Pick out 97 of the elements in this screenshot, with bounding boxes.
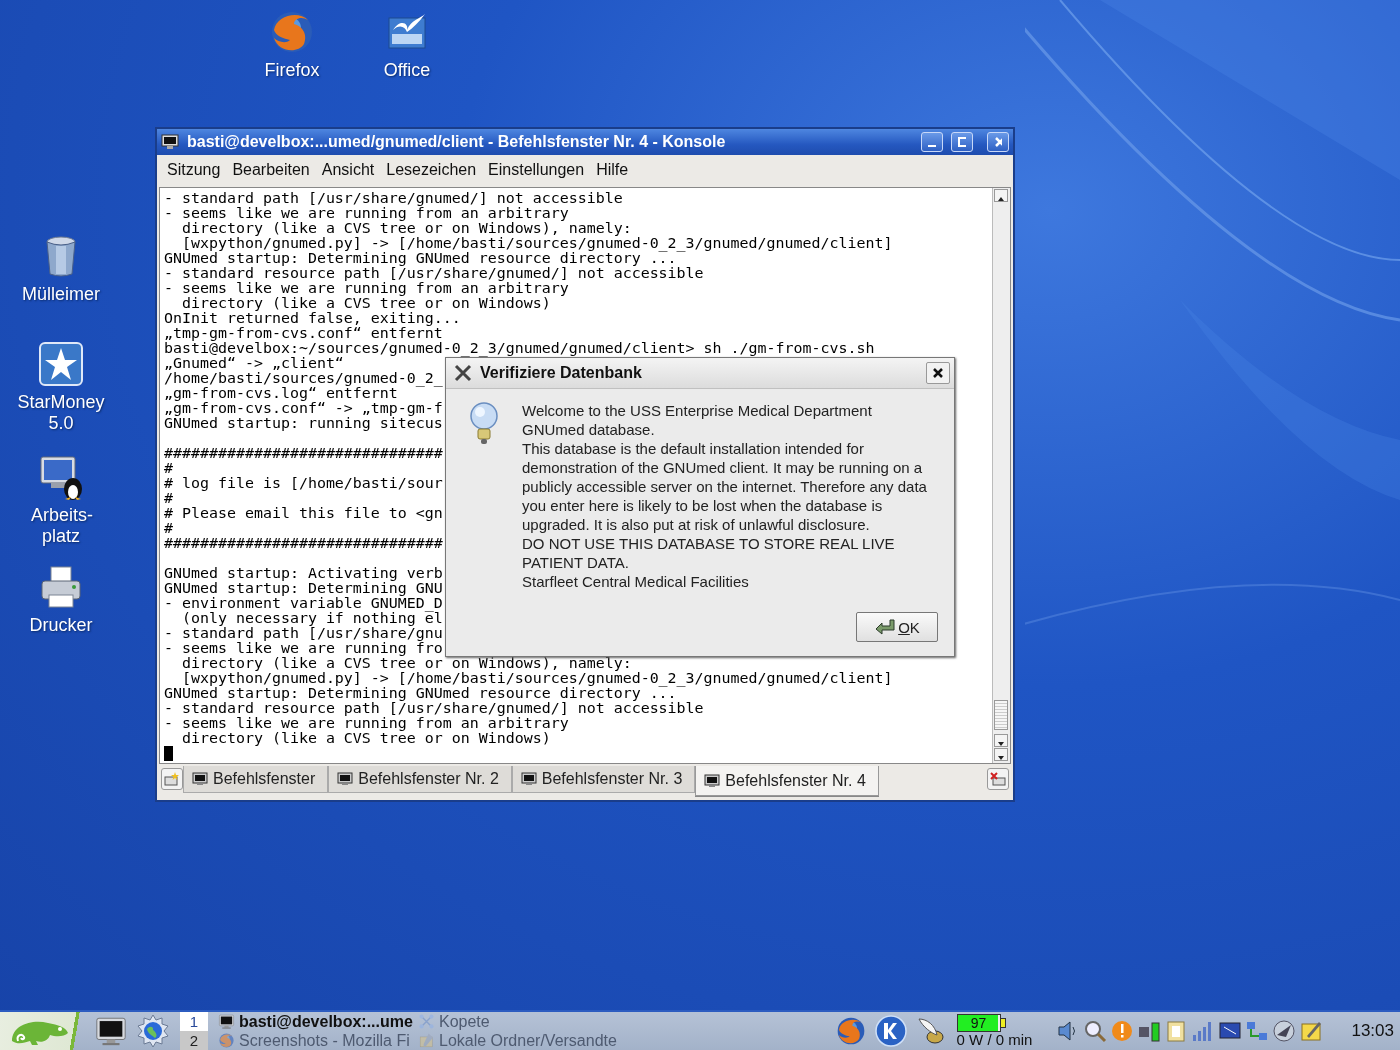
terminal-cursor bbox=[164, 746, 173, 761]
warning-icon[interactable] bbox=[1110, 1019, 1135, 1043]
new-tab-button[interactable] bbox=[161, 768, 183, 790]
terminal-line: directory (like a CVS tree or on Windows) bbox=[182, 296, 551, 311]
monitor-icon bbox=[520, 772, 537, 786]
tab[interactable]: Befehlsfenster bbox=[183, 766, 329, 793]
desktop-icon-label[interactable]: StarMoney 5.0 bbox=[16, 392, 106, 434]
minimize-button[interactable] bbox=[921, 132, 943, 152]
k-menu-icon bbox=[874, 1015, 907, 1047]
desktop-pager-button[interactable]: 2 bbox=[180, 1031, 208, 1050]
terminal-line: # log file is [/home/basti/sour bbox=[164, 476, 443, 491]
scrollbar[interactable] bbox=[992, 188, 1010, 763]
plug-battery-icon[interactable] bbox=[1137, 1019, 1162, 1043]
terminal-line: ############################### bbox=[164, 446, 443, 461]
battery-percentage: 97 bbox=[969, 1015, 988, 1031]
terminal-line: directory (like a CVS tree or on Windows) bbox=[181, 731, 551, 746]
star-tile-icon bbox=[37, 340, 85, 388]
folder-pen-icon bbox=[418, 1032, 435, 1049]
maximize-icon bbox=[958, 137, 966, 147]
minimize-icon bbox=[928, 145, 936, 147]
tab[interactable]: Befehlsfenster Nr. 3 bbox=[511, 766, 696, 793]
terminal-line: GNUmed startup: running sitecus bbox=[164, 416, 443, 431]
terminal-line: - seems like we are running from an arbitrary bbox=[164, 716, 569, 731]
monitor-icon bbox=[192, 772, 208, 786]
close-tab-button[interactable] bbox=[987, 768, 1009, 790]
terminal-line: - standard resource path [/usr/share/gnumed/] not accessible bbox=[164, 266, 704, 281]
window-title: basti@develbox:...umed/gnumed/client - Befehlsfenster Nr. 4 - Konsole bbox=[187, 133, 727, 151]
desktop-icon-label[interactable]: Firefox bbox=[247, 60, 337, 81]
taskbar-task[interactable]: basti@develbox:...ume bbox=[218, 1012, 418, 1031]
terminal-line: directory (like a CVS tree or on Windows), namely: bbox=[181, 656, 632, 671]
terminal-line: OnInit returned false, exiting... bbox=[164, 311, 461, 326]
terminal-line: [wxpython/gnumed.py] -> [/home/basti/sources/gnumed-0_2_3/gnumed/gnumed/client] bbox=[181, 671, 893, 686]
terminal-line: „gm-from-cvs.conf“ -> „tmp-gm-f bbox=[164, 401, 443, 416]
menu-item[interactable]: Einstellungen bbox=[482, 159, 591, 181]
desktop-pager-button[interactable]: 1 bbox=[180, 1012, 208, 1031]
terminal-line: - environment variable GNUMED_D bbox=[164, 596, 443, 611]
terminal-line: „Gnumed“ -> „client“ bbox=[164, 356, 344, 371]
dialog-message: Welcome to the USS Enterprise Medical Department GNUmed database. This database is the default installation intended for demonstration of the GNUmed client. It may be running on a publicly accessible server on the internet. Therefore any data you enter here is likely to be lost when the database is upgraded. It is also put at risk of unlawful disclosure. DO NOT USE THIS DATABASE TO STORE REAL LIVE PATIENT DATA. Starfleet Central Medical Facilities bbox=[522, 401, 928, 592]
close-button[interactable] bbox=[926, 362, 950, 384]
terminal-line: ############################### bbox=[164, 536, 443, 551]
terminal-line: - standard path [/usr/share/gnumed/] not accessible bbox=[164, 191, 623, 206]
terminal-line: # bbox=[164, 491, 173, 506]
terminal-line: # Please email this file to <gn bbox=[164, 506, 443, 521]
network-nodes-icon bbox=[418, 1013, 435, 1030]
terminal-line: [wxpython/gnumed.py] -> [/home/basti/sources/gnumed-0_2_3/gnumed/gnumed/client] bbox=[181, 236, 893, 251]
monitor-icon bbox=[704, 773, 721, 788]
scrollbar-thumb[interactable] bbox=[994, 700, 1008, 730]
menu-item[interactable]: Hilfe bbox=[590, 159, 635, 181]
terminal-line: /home/basti/sources/gnumed-0_2_ bbox=[164, 371, 443, 386]
close-icon bbox=[932, 367, 944, 379]
terminal-line: GNUmed startup: Determining GNU bbox=[164, 581, 443, 596]
globe-gear-icon bbox=[136, 1014, 170, 1048]
terminal-line: (only necessary if nothing el bbox=[181, 611, 443, 626]
magnifier-icon[interactable] bbox=[1083, 1019, 1108, 1043]
menu-item[interactable]: Bearbeiten bbox=[226, 159, 316, 181]
menu-item[interactable]: Ansicht bbox=[315, 159, 381, 181]
tab[interactable]: Befehlsfenster Nr. 2 bbox=[328, 766, 512, 793]
close-tab-icon bbox=[990, 772, 1006, 786]
terminal-line: „tmp-gm-from-cvs.conf“ entfernt bbox=[164, 326, 443, 341]
terminal-line: basti@develbox:~/sources/gnumed-0_2_3/gnumed/gnumed/client> sh ./gm-from-cvs.sh bbox=[164, 341, 875, 356]
terminal-line: GNUmed startup: Determining GNUmed resource directory ... bbox=[164, 251, 677, 266]
terminal-line: GNUmed startup: Determining GNUmed resource directory ... bbox=[164, 686, 677, 701]
terminal-line: - seems like we are running from an arbitrary bbox=[164, 281, 569, 296]
monitor-icon bbox=[218, 1013, 235, 1030]
maximize-button[interactable] bbox=[951, 132, 973, 152]
terminal-line: - standard resource path [/usr/share/gnumed/] not accessible bbox=[164, 701, 704, 716]
taskbar-task[interactable]: Kopete bbox=[418, 1012, 618, 1031]
menu-item[interactable]: Lesezeichen bbox=[380, 159, 483, 181]
ok-button[interactable]: OK bbox=[856, 612, 938, 642]
desktop-icon-label[interactable]: Drucker bbox=[16, 615, 106, 636]
notepad-pencil-icon[interactable] bbox=[1299, 1019, 1324, 1043]
globe-icon bbox=[218, 1032, 235, 1049]
terminal-line: - seems like we are running fro bbox=[164, 641, 443, 656]
new-tab-icon bbox=[164, 772, 180, 786]
terminal-icon bbox=[161, 134, 179, 150]
terminal-line: GNUmed startup: Activating verb bbox=[164, 566, 443, 581]
monitor-icon bbox=[337, 772, 354, 786]
terminal-line: „gm-from-cvs.log“ entfernt bbox=[164, 386, 398, 401]
dialog-title: Verifiziere Datenbank bbox=[480, 364, 643, 382]
return-arrow-icon bbox=[874, 618, 897, 636]
terminal-line: - seems like we are running from an arbitrary bbox=[164, 206, 569, 221]
desktop-icon-label[interactable]: Office bbox=[362, 60, 452, 81]
x-logo-icon bbox=[454, 364, 472, 382]
menu-item[interactable]: Sitzung bbox=[161, 159, 227, 181]
close-icon bbox=[994, 136, 1002, 148]
light-bulb-icon bbox=[468, 401, 500, 447]
clock: 13:03 bbox=[1351, 1021, 1394, 1041]
terminal-line: # bbox=[164, 521, 173, 536]
terminal-line: - standard path [/usr/share/gnu bbox=[164, 626, 443, 641]
start-button[interactable] bbox=[0, 1012, 80, 1050]
terminal-line: # bbox=[164, 461, 173, 476]
power-status: 0 W / 0 min bbox=[956, 1032, 1033, 1048]
tab[interactable]: Befehlsfenster Nr. 4 bbox=[695, 766, 879, 796]
desktop-icon-label[interactable]: Mülleimer bbox=[16, 284, 106, 305]
terminal-line: directory (like a CVS tree or on Windows), namely: bbox=[181, 221, 632, 236]
desktop-icon-label[interactable]: Arbeits-platz bbox=[31, 505, 91, 547]
computer-penguin-icon bbox=[37, 453, 85, 501]
